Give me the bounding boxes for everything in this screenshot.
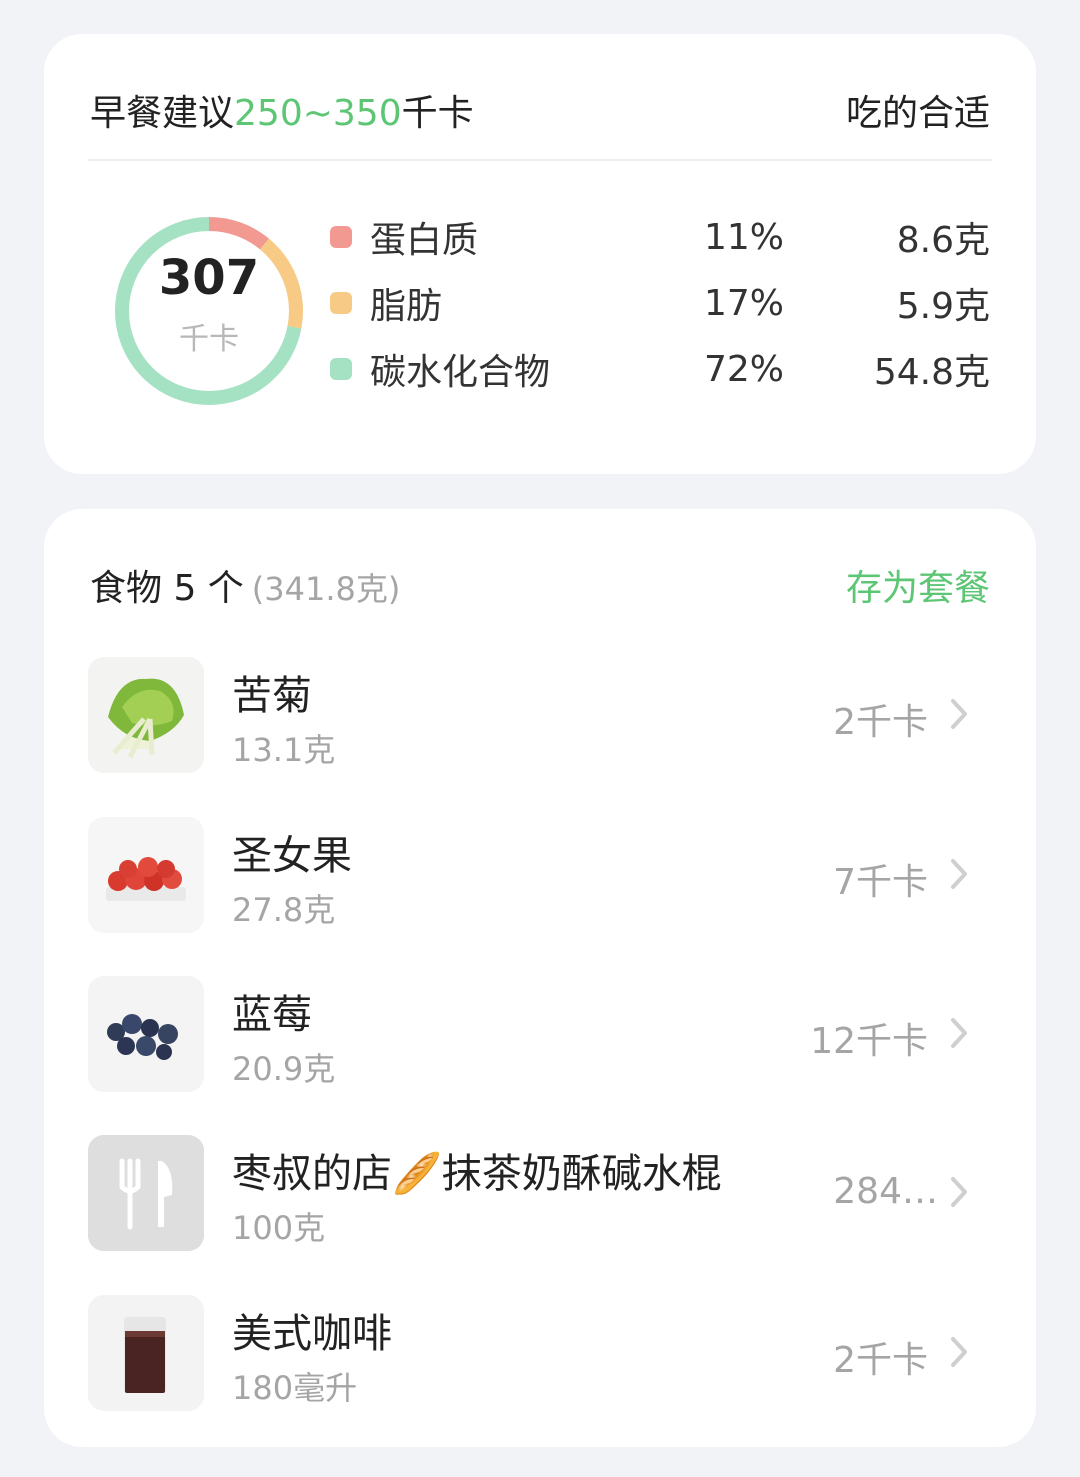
chevron-right-icon [951, 1018, 967, 1048]
food-item-matcha-pretzel-stick[interactable]: 枣叔的店🥖抹茶奶酥碱水棍 100克 284… [88, 1135, 992, 1251]
endive-photo [88, 657, 204, 773]
food-item-cherry-tomato[interactable]: 圣女果 27.8克 7千卡 [88, 817, 992, 933]
coffee-cup-photo [88, 1295, 204, 1411]
food-quantity: 100克 [232, 1209, 326, 1247]
macro-grams: 8.6克 [896, 220, 990, 261]
food-list-title-wrap: 食物 5 个 (341.8克) [90, 559, 400, 611]
food-quantity: 180毫升 [232, 1369, 358, 1407]
cherry-tomato-photo [88, 817, 204, 933]
verdict-label: 吃的合适 [845, 93, 990, 134]
food-name: 苦菊 [232, 673, 312, 719]
macro-name: 脂肪 [370, 286, 443, 327]
carbs-color-dot [330, 358, 352, 380]
divider [88, 159, 992, 161]
total-kcal-unit: 千卡 [179, 322, 239, 357]
macro-percent: 11% [703, 216, 784, 258]
summary-title: 早餐建议250~350千卡 [90, 84, 474, 136]
calorie-range: 250~350 [234, 93, 402, 134]
food-name: 圣女果 [232, 833, 352, 879]
macro-name: 蛋白质 [370, 220, 479, 261]
food-total-weight: (341.8克) [251, 570, 401, 608]
food-name: 蓝莓 [232, 992, 312, 1038]
food-item-americano[interactable]: 美式咖啡 180毫升 2千卡 [88, 1295, 992, 1411]
food-kcal: 2千卡 [833, 702, 928, 743]
food-kcal: 2千卡 [833, 1340, 928, 1381]
donut-center: 307 千卡 [112, 214, 306, 408]
food-quantity: 20.9克 [232, 1050, 336, 1088]
macro-percent: 17% [703, 282, 784, 324]
macro-grams: 5.9克 [896, 286, 990, 327]
summary-title-prefix: 早餐建议 [90, 93, 235, 134]
chevron-right-icon [951, 859, 967, 889]
calorie-range-unit: 千卡 [401, 93, 474, 134]
chevron-right-icon [951, 1337, 967, 1367]
food-item-endive[interactable]: 苦菊 13.1克 2千卡 [88, 657, 992, 773]
food-quantity: 13.1克 [232, 731, 336, 769]
macro-row-carbs: 碳水化合物 72% 54.8克 [330, 339, 990, 399]
food-kcal: 284… [833, 1171, 938, 1212]
protein-color-dot [330, 226, 352, 248]
food-list-card: 食物 5 个 (341.8克) 存为套餐 苦菊 13.1克 2千卡 圣女果 27… [44, 509, 1036, 1447]
summary-header: 早餐建议250~350千卡 吃的合适 [90, 80, 990, 140]
chevron-right-icon [951, 699, 967, 729]
blueberry-photo [88, 976, 204, 1092]
food-quantity: 27.8克 [232, 891, 336, 929]
macro-grams: 54.8克 [873, 352, 990, 393]
food-name: 美式咖啡 [232, 1311, 392, 1357]
food-count-title: 食物 5 个 [90, 568, 244, 609]
macro-name: 碳水化合物 [370, 352, 551, 393]
total-kcal: 307 [158, 250, 260, 306]
macro-row-fat: 脂肪 17% 5.9克 [330, 273, 990, 333]
food-list-header: 食物 5 个 (341.8克) 存为套餐 [90, 555, 990, 615]
macro-row-protein: 蛋白质 11% 8.6克 [330, 207, 990, 267]
chevron-right-icon [951, 1177, 967, 1207]
food-kcal: 7千卡 [833, 862, 928, 903]
fat-color-dot [330, 292, 352, 314]
save-as-meal-button[interactable]: 存为套餐 [846, 559, 990, 611]
fork-knife-icon [88, 1135, 204, 1251]
macro-percent: 72% [703, 348, 784, 390]
food-item-blueberry[interactable]: 蓝莓 20.9克 12千卡 [88, 976, 992, 1092]
food-name: 枣叔的店🥖抹茶奶酥碱水棍 [232, 1151, 722, 1197]
breakfast-summary-card: 早餐建议250~350千卡 吃的合适 307 千卡 蛋白质 11% 8.6克 脂… [44, 34, 1036, 474]
food-kcal: 12千卡 [810, 1021, 928, 1062]
